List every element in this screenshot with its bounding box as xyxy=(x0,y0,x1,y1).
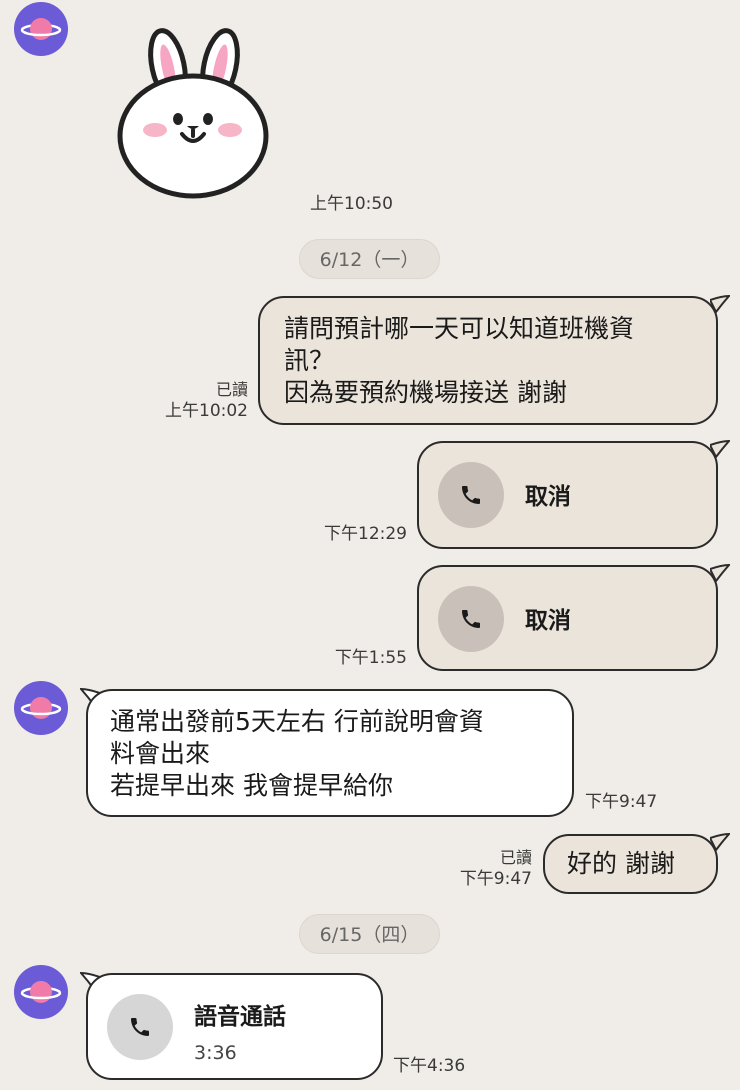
message-time: 上午10:50 xyxy=(310,194,393,214)
bubble-tail xyxy=(710,294,730,314)
call-bubble-voice[interactable]: 語音通話 3:36 xyxy=(86,973,383,1080)
call-button[interactable] xyxy=(107,994,173,1060)
message-time: 下午1:55 xyxy=(334,648,407,668)
message-bubble-outgoing[interactable]: 請問預計哪一天可以知道班機資 訊？ 因為要預約機場接送 謝謝 xyxy=(258,296,718,425)
phone-icon xyxy=(462,610,480,628)
message-text: 好的 謝謝 xyxy=(567,849,675,878)
planet-icon xyxy=(20,981,62,1003)
call-button[interactable] xyxy=(438,462,504,528)
call-status-label: 語音通話 xyxy=(194,1004,286,1030)
message-bubble-incoming[interactable]: 通常出發前5天左右 行前說明會資 料會出來 若提早出來 我會提早給你 xyxy=(86,689,574,817)
planet-icon xyxy=(20,18,62,40)
bunny-sticker[interactable] xyxy=(110,26,275,201)
call-bubble-cancelled[interactable]: 取消 xyxy=(417,441,718,549)
message-time: 下午4:36 xyxy=(393,1056,466,1076)
contact-avatar[interactable] xyxy=(14,965,68,1019)
read-receipt: 已讀 xyxy=(499,848,532,867)
contact-avatar[interactable] xyxy=(14,2,68,56)
contact-avatar[interactable] xyxy=(14,681,68,735)
date-separator: 6/12（一） xyxy=(299,239,440,279)
call-bubble-cancelled[interactable]: 取消 xyxy=(417,565,718,671)
bubble-tail xyxy=(710,832,730,852)
read-receipt: 已讀 xyxy=(215,380,248,399)
call-button[interactable] xyxy=(438,586,504,652)
call-status-label: 取消 xyxy=(525,484,571,510)
bubble-tail xyxy=(710,439,730,459)
planet-icon xyxy=(20,697,62,719)
message-text: 訊？ xyxy=(284,346,335,375)
message-text: 通常出發前5天左右 行前說明會資 xyxy=(110,707,484,736)
message-time: 下午9:47 xyxy=(585,792,658,812)
phone-icon xyxy=(462,486,480,504)
message-time: 上午10:02 xyxy=(165,401,248,421)
call-status-label: 取消 xyxy=(525,608,571,634)
message-text: 請問預計哪一天可以知道班機資 xyxy=(284,314,635,343)
date-separator: 6/15（四） xyxy=(299,914,440,954)
message-text: 因為要預約機場接送 謝謝 xyxy=(284,378,567,407)
message-text: 料會出來 xyxy=(110,739,211,768)
message-bubble-outgoing[interactable]: 好的 謝謝 xyxy=(543,834,718,894)
message-text: 若提早出來 我會提早給你 xyxy=(110,771,393,800)
message-time: 下午9:47 xyxy=(459,869,532,889)
bubble-tail xyxy=(710,563,730,583)
message-time: 下午12:29 xyxy=(324,524,407,544)
bunny-sticker-icon xyxy=(117,28,269,199)
phone-icon xyxy=(131,1018,149,1036)
call-duration: 3:36 xyxy=(194,1042,237,1064)
